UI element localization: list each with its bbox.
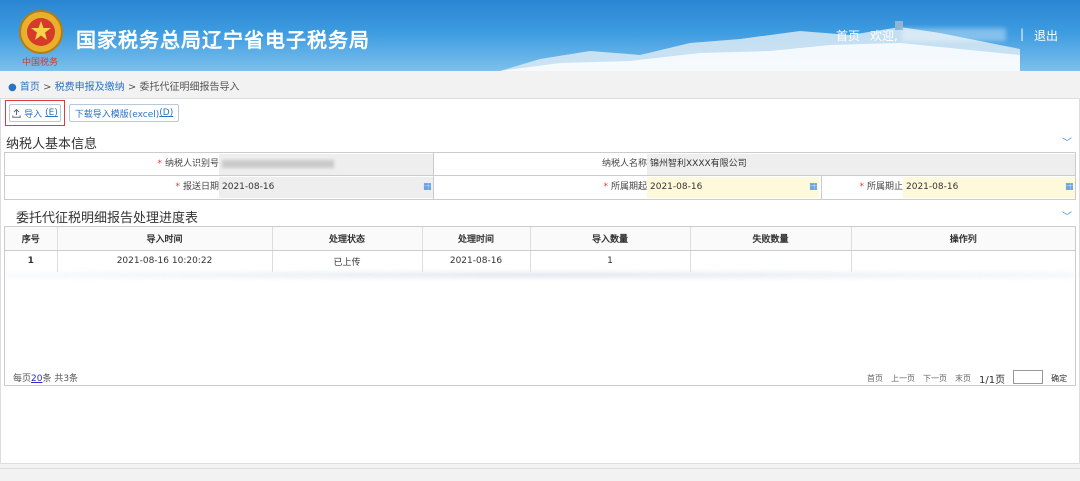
footer-divider bbox=[0, 468, 1080, 469]
top-home-link[interactable]: 首页 bbox=[836, 27, 860, 44]
taxpayer-name-field: 锦州智利XXXX有限公司 bbox=[647, 154, 1075, 175]
emblem-caption: 中国税务 bbox=[22, 58, 59, 68]
redacted-rows bbox=[5, 272, 1075, 278]
cell-status: 已上传 bbox=[272, 250, 423, 272]
pager-prev[interactable]: 上一页 bbox=[891, 373, 915, 384]
chevron-down-icon[interactable]: ﹀ bbox=[1062, 208, 1072, 223]
upload-icon bbox=[12, 108, 21, 118]
template-label: 下载导入模版(excel) bbox=[74, 109, 160, 120]
col-header-status: 处理状态 bbox=[272, 227, 423, 251]
pager-summary: 每页20条 共3条 bbox=[13, 371, 78, 384]
page-number-input[interactable] bbox=[1013, 370, 1044, 384]
import-label: 导入 bbox=[24, 109, 43, 120]
period-end-field[interactable]: 2021-08-16 bbox=[903, 177, 1075, 198]
calendar-icon[interactable]: ▦ bbox=[1065, 182, 1074, 192]
col-header-index: 序号 bbox=[5, 227, 58, 251]
pager-go-button[interactable]: 确定 bbox=[1051, 373, 1067, 384]
pager-page-info: 1/1页 bbox=[979, 375, 1006, 386]
table-header-row: 序号 导入时间 处理状态 处理时间 导入数量 失败数量 操作列 bbox=[5, 227, 1075, 251]
import-hotkey: (E) bbox=[45, 108, 58, 118]
taxpayer-name-label: 纳税人名称 bbox=[601, 159, 647, 169]
redacted-taxpayer-id bbox=[222, 159, 334, 168]
cell-fail-count bbox=[690, 250, 852, 272]
site-title: 国家税务总局辽宁省电子税务局 bbox=[76, 28, 370, 52]
col-header-actions: 操作列 bbox=[851, 227, 1075, 251]
pager-next[interactable]: 下一页 bbox=[923, 373, 947, 384]
taxpayer-id-field bbox=[219, 154, 433, 175]
logout-link[interactable]: 退出 bbox=[1034, 27, 1058, 44]
site-header: 中国税务 国家税务总局辽宁省电子税务局 首页 欢迎, | 退出 bbox=[0, 0, 1080, 71]
col-header-import-count: 导入数量 bbox=[530, 227, 691, 251]
template-hotkey: (D) bbox=[159, 108, 174, 118]
pager-last[interactable]: 末页 bbox=[955, 373, 971, 384]
cell-import-count: 1 bbox=[530, 250, 691, 272]
pager-controls: 首页 上一页 下一页 末页 1/1页 确定 bbox=[867, 370, 1067, 386]
col-header-import-time: 导入时间 bbox=[57, 227, 273, 251]
section-title-progress: 委托代征税明细报告处理进度表 bbox=[16, 211, 199, 226]
cell-index: 1 bbox=[5, 250, 58, 272]
redacted-username bbox=[902, 28, 1006, 41]
col-header-fail-count: 失败数量 bbox=[690, 227, 852, 251]
section-title-taxpayer-info: 纳税人基本信息 bbox=[6, 137, 98, 152]
breadcrumb-home[interactable]: 首页 bbox=[20, 82, 40, 93]
report-date-field: 2021-08-16 bbox=[219, 177, 433, 198]
cell-import-time: 2021-08-16 10:20:22 bbox=[57, 250, 273, 272]
taxpayer-info-form: * 纳税人识别号 纳税人名称 锦州智利XXXX有限公司 * 报送日期 2021-08… bbox=[4, 152, 1076, 200]
breadcrumb-separator: > bbox=[127, 82, 137, 93]
welcome-text: 欢迎, bbox=[870, 29, 898, 43]
download-template-button[interactable]: 下载导入模版(excel) (D) bbox=[69, 104, 179, 122]
period-end-label: * 所属期止 bbox=[859, 182, 903, 192]
calendar-icon[interactable]: ▦ bbox=[809, 182, 818, 192]
divider bbox=[821, 176, 822, 199]
nav-separator: | bbox=[1020, 27, 1025, 41]
breadcrumb-tax-filing[interactable]: 税费申报及缴纳 bbox=[55, 82, 125, 93]
breadcrumb-current: 委托代征明细报告导入 bbox=[139, 82, 240, 93]
col-header-process-time: 处理时间 bbox=[422, 227, 531, 251]
report-date-label: * 报送日期 bbox=[175, 182, 219, 192]
import-button[interactable]: 导入 (E) bbox=[9, 104, 61, 122]
pager-first[interactable]: 首页 bbox=[867, 373, 883, 384]
period-start-field[interactable]: 2021-08-16 bbox=[647, 177, 819, 198]
cell-process-time: 2021-08-16 bbox=[422, 250, 531, 272]
breadcrumb: ● 首页 > 税费申报及缴纳 > 委托代征明细报告导入 bbox=[8, 78, 239, 93]
pager-suffix: 条 共3条 bbox=[42, 374, 79, 384]
per-page-link[interactable]: 20 bbox=[31, 374, 42, 384]
national-emblem-icon bbox=[19, 10, 63, 54]
taxpayer-id-label: * 纳税人识别号 bbox=[157, 159, 219, 169]
table-row[interactable]: 1 2021-08-16 10:20:22 已上传 2021-08-16 1 bbox=[5, 250, 1075, 272]
location-pin-icon: ● bbox=[8, 82, 17, 93]
pager-prefix: 每页 bbox=[13, 374, 32, 384]
progress-grid: 序号 导入时间 处理状态 处理时间 导入数量 失败数量 操作列 1 2021-0… bbox=[4, 226, 1076, 386]
progress-table: 序号 导入时间 处理状态 处理时间 导入数量 失败数量 操作列 1 2021-0… bbox=[5, 227, 1075, 272]
divider bbox=[433, 153, 434, 176]
form-row: * 报送日期 2021-08-16 ▦ * 所属期起 2021-08-16 ▦ * 所… bbox=[5, 176, 1075, 199]
divider bbox=[433, 176, 434, 199]
calendar-icon[interactable]: ▦ bbox=[423, 182, 432, 192]
chevron-down-icon[interactable]: ﹀ bbox=[1062, 134, 1072, 149]
breadcrumb-separator: > bbox=[43, 82, 52, 93]
period-start-label: * 所属期起 bbox=[603, 182, 647, 192]
form-row: * 纳税人识别号 纳税人名称 锦州智利XXXX有限公司 bbox=[5, 153, 1075, 176]
cell-actions bbox=[851, 250, 1075, 272]
